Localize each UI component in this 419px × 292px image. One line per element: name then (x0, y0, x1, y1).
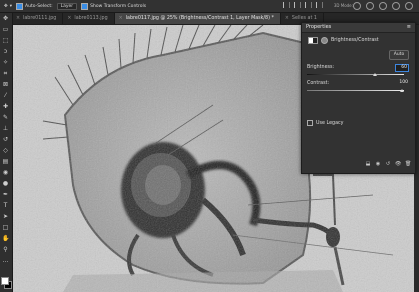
pen-tool-icon[interactable]: ✒ (2, 191, 9, 198)
brush-tool-icon[interactable]: ✎ (2, 114, 9, 121)
use-legacy-label: Use Legacy (316, 120, 344, 126)
mask-icon[interactable] (321, 37, 328, 44)
blur-tool-icon[interactable]: ◉ (2, 169, 9, 176)
distribute-icon[interactable] (316, 2, 323, 8)
panel-footer: ⬓ ◉ ↺ 👁 🗑 (365, 162, 412, 167)
auto-button[interactable]: Auto (389, 50, 409, 60)
marquee-tool-icon[interactable]: ⬚ (2, 37, 9, 44)
properties-panel: Properties ≡ Brightness/Contrast Auto Br… (301, 22, 416, 174)
close-icon[interactable]: × (16, 16, 20, 21)
brightness-slider-thumb[interactable] (372, 73, 377, 76)
use-legacy-option[interactable]: Use Legacy (307, 120, 344, 126)
eraser-tool-icon[interactable]: ◇ (2, 147, 9, 154)
brightness-input[interactable]: 60 (395, 64, 409, 72)
trash-icon[interactable]: 🗑 (405, 162, 411, 167)
adjustment-header: Brightness/Contrast (308, 37, 379, 44)
frame-tool-icon[interactable]: ⊠ (2, 81, 9, 88)
auto-select[interactable]: Auto-Select: (16, 2, 53, 10)
foreground-color-swatch[interactable] (1, 277, 9, 285)
use-legacy-checkbox[interactable] (307, 120, 313, 126)
contrast-slider[interactable] (307, 90, 404, 91)
clone-stamp-tool-icon[interactable]: ⊥ (2, 125, 9, 132)
auto-select-dropdown[interactable]: Layer (56, 2, 78, 10)
3d-tools (353, 2, 413, 10)
close-icon[interactable]: × (285, 16, 289, 21)
brightness-contrast-icon (308, 37, 318, 44)
crop-tool-icon[interactable]: ⌗ (2, 70, 9, 77)
show-transform[interactable]: Show Transform Controls (81, 2, 147, 10)
dodge-tool-icon[interactable]: ● (2, 180, 9, 187)
more-tools-icon[interactable]: … (2, 257, 9, 264)
brightness-label: Brightness: (307, 65, 335, 70)
type-tool-icon[interactable]: T (2, 202, 9, 209)
align-icon[interactable] (283, 2, 290, 8)
move-tool-icon[interactable]: ✥ (2, 15, 9, 22)
tab-labre0113[interactable]: × labre0113.jpg (63, 13, 115, 24)
history-brush-tool-icon[interactable]: ↺ (2, 136, 9, 143)
path-selection-tool-icon[interactable]: ➤ (2, 213, 9, 220)
roll-icon[interactable] (366, 2, 374, 10)
artboard-tool-icon[interactable]: ▭ (2, 26, 9, 33)
show-transform-checkbox[interactable] (81, 2, 89, 10)
contrast-label: Contrast: (307, 81, 330, 86)
show-transform-label: Show Transform Controls (90, 3, 147, 9)
clip-to-layer-icon[interactable]: ⬓ (365, 162, 371, 167)
orbit-icon[interactable] (353, 2, 361, 10)
properties-header[interactable]: Properties ≡ (302, 23, 415, 33)
visibility-icon[interactable]: 👁 (395, 162, 401, 167)
align-icon[interactable] (294, 2, 301, 8)
eyedropper-tool-icon[interactable]: ⁄ (2, 92, 9, 99)
chevron-down-icon: ▾ (9, 3, 13, 9)
move-icon: ✥ (4, 3, 8, 9)
close-icon[interactable]: × (67, 16, 71, 21)
gradient-tool-icon[interactable]: ▤ (2, 158, 9, 165)
hand-tool-icon[interactable]: ✋ (2, 235, 9, 242)
mode-3d-label: 3D Mode: (333, 3, 353, 8)
auto-select-label: Auto-Select: (25, 3, 53, 9)
align-controls (283, 2, 323, 8)
auto-select-checkbox[interactable] (16, 2, 24, 10)
tools-panel: ✥ ▭ ⬚ ↄ ✧ ⌗ ⊠ ⁄ ✚ ✎ ⊥ ↺ ◇ ▤ ◉ ● ✒ T ➤ □ … (0, 13, 13, 292)
tab-labre0111[interactable]: × labre0111.jpg (12, 13, 64, 24)
slide-icon[interactable] (392, 2, 400, 10)
reset-icon[interactable]: ↺ (385, 162, 391, 167)
contrast-slider-thumb[interactable] (400, 89, 405, 92)
spot-healing-tool-icon[interactable]: ✚ (2, 103, 9, 110)
tab-labre0117[interactable]: × labre0117.jpg @ 25% (Brightness/Contras… (114, 13, 281, 24)
align-icon[interactable] (305, 2, 312, 8)
options-bar: ✥ ▾ Auto-Select: Layer Show Transform Co… (0, 0, 419, 13)
adjustment-name: Brightness/Contrast (331, 38, 379, 43)
zoom-tool-icon[interactable]: ⚲ (2, 246, 9, 253)
scale-icon[interactable] (405, 2, 413, 10)
pan-icon[interactable] (379, 2, 387, 10)
close-icon[interactable]: × (119, 16, 123, 21)
lasso-tool-icon[interactable]: ↄ (2, 48, 9, 55)
rectangle-tool-icon[interactable]: □ (2, 224, 9, 231)
view-previous-icon[interactable]: ◉ (375, 162, 381, 167)
contrast-input[interactable]: 100 (397, 80, 409, 86)
move-tool-preset[interactable]: ✥ ▾ (4, 4, 12, 9)
magic-wand-tool-icon[interactable]: ✧ (2, 59, 9, 66)
properties-title: Properties (306, 24, 332, 30)
panel-menu-icon[interactable]: ≡ (407, 23, 411, 32)
brightness-slider[interactable] (307, 74, 404, 75)
